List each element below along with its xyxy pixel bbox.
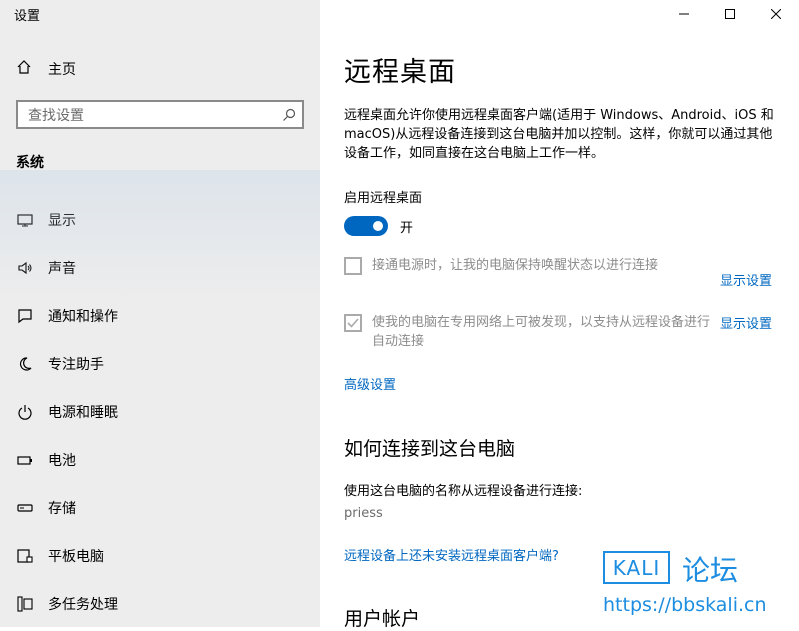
multitask-icon — [16, 595, 34, 613]
sidebar-item-sound[interactable]: 声音 — [0, 244, 320, 292]
power-icon — [16, 403, 34, 421]
keep-awake-checkbox[interactable] — [344, 257, 362, 275]
watermark-url: https://bbskali.cn — [603, 594, 767, 616]
display-settings-link-2[interactable]: 显示设置 — [720, 313, 772, 332]
sidebar-item-battery[interactable]: 电池 — [0, 436, 320, 484]
storage-icon — [16, 499, 34, 517]
search-box[interactable]: 查找设置 — [16, 100, 304, 129]
toggle-knob — [373, 221, 383, 231]
no-client-link[interactable]: 远程设备上还未安装远程桌面客户端? — [344, 545, 559, 564]
discoverable-checkbox[interactable] — [344, 314, 362, 332]
monitor-icon — [16, 211, 34, 229]
window-title: 设置 — [14, 9, 41, 24]
sidebar-item-display[interactable]: 显示 — [0, 196, 320, 244]
sidebar-item-tablet[interactable]: 平板电脑 — [0, 532, 320, 580]
home-icon — [16, 59, 32, 79]
notification-icon — [16, 307, 34, 325]
sidebar-item-label: 声音 — [48, 261, 76, 277]
minimize-icon — [679, 4, 689, 23]
maximize-button[interactable] — [707, 0, 753, 26]
speaker-icon — [16, 259, 34, 277]
close-icon — [770, 4, 782, 23]
sidebar-item-storage[interactable]: 存储 — [0, 484, 320, 532]
sidebar-item-label: 通知和操作 — [48, 309, 118, 325]
how-to-connect-heading: 如何连接到这台电脑 — [344, 438, 516, 460]
sidebar: 设置 主页 查找设置 系统 显示 声音 通知和操作 专注助手 电源和睡眠 电池 … — [0, 0, 320, 627]
discoverable-text: 使我的电脑在专用网络上可被发现，以支持从远程设备进行自动连接 — [372, 315, 711, 349]
sidebar-item-multitasking[interactable]: 多任务处理 — [0, 580, 320, 628]
sidebar-item-notifications[interactable]: 通知和操作 — [0, 292, 320, 340]
page-description: 远程桌面允许你使用远程桌面客户端(适用于 Windows、Android、iOS… — [344, 108, 774, 161]
display-settings-link-1[interactable]: 显示设置 — [720, 270, 772, 289]
page-title: 远程桌面 — [344, 57, 456, 88]
nav-list: 显示 声音 通知和操作 专注助手 电源和睡眠 电池 存储 平板电脑 多任务处理 — [0, 196, 320, 628]
sidebar-item-label: 电源和睡眠 — [48, 405, 118, 421]
connect-instruction: 使用这台电脑的名称从远程设备进行连接: — [344, 484, 583, 499]
watermark-text: 论坛 — [682, 554, 739, 587]
sidebar-item-label: 多任务处理 — [48, 597, 118, 613]
battery-icon — [16, 451, 34, 469]
sidebar-item-label: 存储 — [48, 501, 76, 517]
tablet-icon — [16, 547, 34, 565]
home-label: 主页 — [48, 62, 76, 78]
section-title: 系统 — [16, 155, 44, 171]
sidebar-item-label: 电池 — [48, 453, 76, 469]
sidebar-item-label: 平板电脑 — [48, 549, 104, 565]
watermark-logo: KALI — [603, 551, 670, 584]
toggle-state-label: 开 — [400, 221, 414, 236]
sidebar-item-power-sleep[interactable]: 电源和睡眠 — [0, 388, 320, 436]
search-icon[interactable] — [276, 104, 302, 126]
maximize-icon — [725, 4, 735, 23]
pc-name: priess — [344, 506, 383, 521]
remote-desktop-toggle[interactable] — [344, 216, 388, 236]
enable-remote-desktop-label: 启用远程桌面 — [344, 191, 423, 206]
minimize-button[interactable] — [661, 0, 707, 26]
moon-icon — [16, 355, 34, 373]
home-nav-item[interactable]: 主页 — [16, 58, 76, 80]
sidebar-item-label: 专注助手 — [48, 357, 104, 373]
search-input[interactable]: 查找设置 — [18, 105, 276, 125]
sidebar-item-label: 显示 — [48, 213, 76, 229]
close-button[interactable] — [753, 0, 799, 26]
advanced-settings-link[interactable]: 高级设置 — [344, 374, 396, 393]
checkmark-icon — [346, 316, 360, 330]
keep-awake-text: 接通电源时，让我的电脑保持唤醒状态以进行连接 — [372, 258, 659, 273]
sidebar-item-focus-assist[interactable]: 专注助手 — [0, 340, 320, 388]
window-controls — [661, 0, 799, 26]
